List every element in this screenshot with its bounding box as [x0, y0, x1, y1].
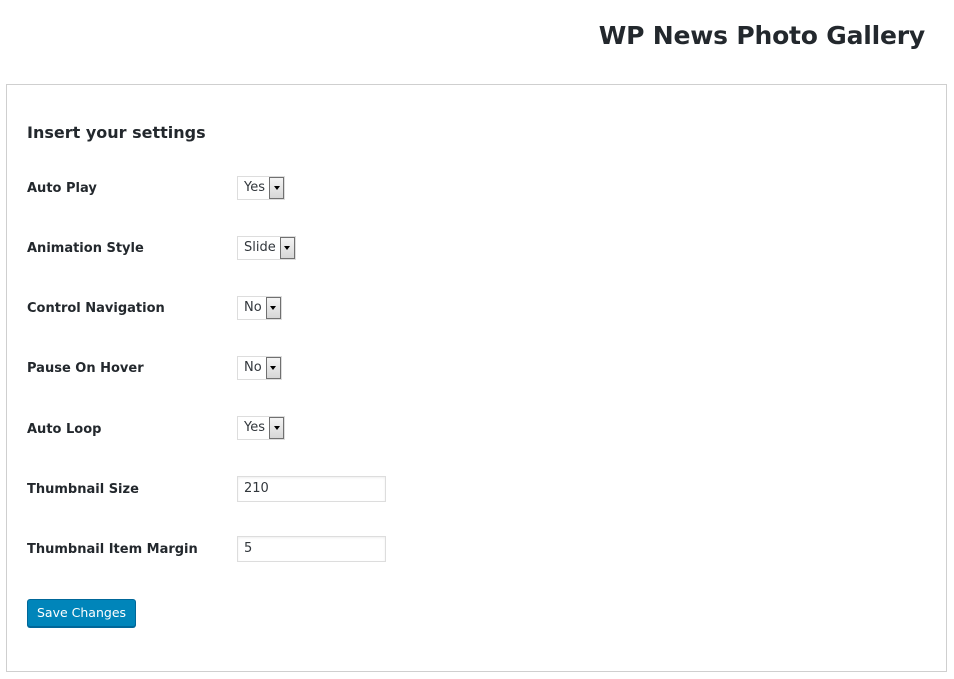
animation-style-select[interactable]: Slide: [237, 236, 296, 260]
auto-loop-select-value: Yes: [244, 420, 265, 435]
auto-loop-label: Auto Loop: [27, 422, 102, 437]
pause-on-hover-select-value: No: [244, 360, 262, 375]
animation-style-select-value: Slide: [244, 240, 276, 255]
thumbnail-item-margin-input[interactable]: 5: [237, 536, 386, 562]
animation-style-label: Animation Style: [27, 241, 144, 256]
chevron-down-icon[interactable]: [265, 297, 281, 319]
auto-loop-select[interactable]: Yes: [237, 416, 285, 440]
pause-on-hover-select[interactable]: No: [237, 356, 282, 380]
save-changes-button[interactable]: Save Changes: [27, 599, 137, 627]
chevron-down-icon[interactable]: [269, 177, 284, 199]
thumbnail-size-label: Thumbnail Size: [27, 482, 139, 497]
section-heading: Insert your settings: [27, 123, 206, 142]
thumbnail-size-input[interactable]: 210: [237, 476, 386, 502]
settings-panel: Insert your settings Auto Play Yes Anima…: [6, 84, 947, 672]
control-navigation-label: Control Navigation: [27, 301, 165, 316]
pause-on-hover-label: Pause On Hover: [27, 361, 144, 376]
chevron-down-icon[interactable]: [265, 357, 281, 379]
control-navigation-select[interactable]: No: [237, 296, 282, 320]
control-navigation-select-value: No: [244, 300, 262, 315]
auto-play-select-value: Yes: [244, 180, 265, 195]
chevron-down-icon[interactable]: [269, 417, 284, 439]
auto-play-label: Auto Play: [27, 181, 97, 196]
thumbnail-item-margin-label: Thumbnail Item Margin: [27, 542, 198, 557]
page-title: WP News Photo Gallery: [598, 21, 925, 50]
auto-play-select[interactable]: Yes: [237, 176, 285, 200]
chevron-down-icon[interactable]: [279, 237, 295, 259]
